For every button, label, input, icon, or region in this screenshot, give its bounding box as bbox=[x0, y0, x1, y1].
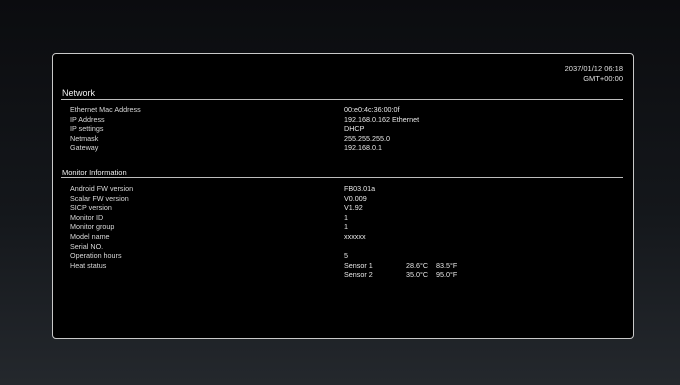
info-row-serial-no: Serial NO. bbox=[70, 242, 466, 252]
row-value: DHCP bbox=[344, 124, 365, 134]
row-value: 1 bbox=[344, 222, 348, 232]
info-row-monitor-group: Monitor group 1 bbox=[70, 222, 466, 232]
info-row-heat-status: Heat status Sensor 1 28.6°C 83.5°F Senso… bbox=[70, 261, 466, 280]
row-label: Monitor group bbox=[70, 222, 115, 232]
info-row-ip-address: IP Address 192.168.0.162 Ethernet bbox=[70, 115, 419, 125]
monitor-info-list: Android FW version FB03.01a Scalar FW ve… bbox=[70, 184, 466, 280]
sensor-fahrenheit: 95.0°F bbox=[436, 270, 458, 280]
info-row-ethernet-mac: Ethernet Mac Address 00:e0:4c:36:00:0f bbox=[70, 105, 419, 115]
info-row-gateway: Gateway 192.168.0.1 bbox=[70, 143, 419, 153]
row-value: xxxxxx bbox=[344, 231, 366, 241]
info-row-netmask: Netmask 255.255.255.0 bbox=[70, 134, 419, 144]
row-value: 5 bbox=[344, 251, 348, 261]
info-row-operation-hours: Operation hours 5 bbox=[70, 251, 466, 261]
row-value: 192.168.0.1 bbox=[344, 143, 382, 153]
row-value: 192.168.0.162 Ethernet bbox=[344, 114, 420, 124]
date-time-text: 2037/01/12 06:18 bbox=[564, 64, 623, 73]
sensor-name: Sensor 2 bbox=[344, 270, 373, 280]
datetime-display: 2037/01/12 06:18 GMT+00:00 bbox=[565, 64, 623, 84]
row-label: Monitor ID bbox=[70, 212, 104, 222]
monitor-divider bbox=[61, 177, 623, 178]
row-label: IP settings bbox=[70, 124, 104, 134]
row-label: Ethernet Mac Address bbox=[70, 105, 141, 114]
row-label: Scalar FW version bbox=[70, 193, 129, 203]
row-value: 1 bbox=[344, 212, 348, 222]
row-value: 00:e0:4c:36:00:0f bbox=[344, 105, 400, 114]
row-label: Operation hours bbox=[70, 251, 122, 261]
info-row-scalar-fw: Scalar FW version V0.009 bbox=[70, 194, 466, 204]
row-value: FB03.01a bbox=[344, 184, 376, 193]
information-panel: 2037/01/12 06:18 GMT+00:00 Network Ether… bbox=[52, 53, 634, 339]
row-value: V1.92 bbox=[344, 203, 363, 213]
sensor-name: Sensor 1 bbox=[344, 260, 373, 270]
info-row-android-fw: Android FW version FB03.01a bbox=[70, 184, 466, 194]
row-label: Serial NO. bbox=[70, 241, 104, 251]
info-row-sicp-version: SICP version V1.92 bbox=[70, 203, 466, 213]
row-value: 255.255.255.0 bbox=[344, 133, 390, 143]
row-label: Netmask bbox=[70, 133, 99, 143]
sensor-celsius: 28.6°C bbox=[406, 260, 429, 270]
info-row-ip-settings: IP settings DHCP bbox=[70, 124, 419, 134]
network-divider bbox=[61, 99, 623, 100]
info-row-monitor-id: Monitor ID 1 bbox=[70, 213, 466, 223]
info-row-model-name: Model name xxxxxx bbox=[70, 232, 466, 242]
sensor-row: Sensor 1 28.6°C 83.5°F bbox=[344, 261, 466, 271]
timezone-text: GMT+00:00 bbox=[583, 74, 623, 83]
heat-status-values: Sensor 1 28.6°C 83.5°F Sensor 2 35.0°C 9… bbox=[344, 261, 466, 280]
network-section-title: Network bbox=[62, 88, 96, 98]
sensor-row: Sensor 2 35.0°C 95.0°F bbox=[344, 270, 466, 280]
row-label: Heat status bbox=[70, 260, 107, 270]
row-label: Model name bbox=[70, 231, 110, 241]
row-label: Android FW version bbox=[70, 184, 134, 193]
monitor-section-title: Monitor Information bbox=[62, 168, 127, 177]
row-label: IP Address bbox=[70, 114, 105, 124]
row-label: SICP version bbox=[70, 203, 112, 213]
network-info-list: Ethernet Mac Address 00:e0:4c:36:00:0f I… bbox=[70, 105, 419, 153]
sensor-fahrenheit: 83.5°F bbox=[436, 260, 458, 270]
row-label: Gateway bbox=[70, 143, 99, 153]
sensor-celsius: 35.0°C bbox=[406, 270, 429, 280]
row-value: V0.009 bbox=[344, 193, 367, 203]
